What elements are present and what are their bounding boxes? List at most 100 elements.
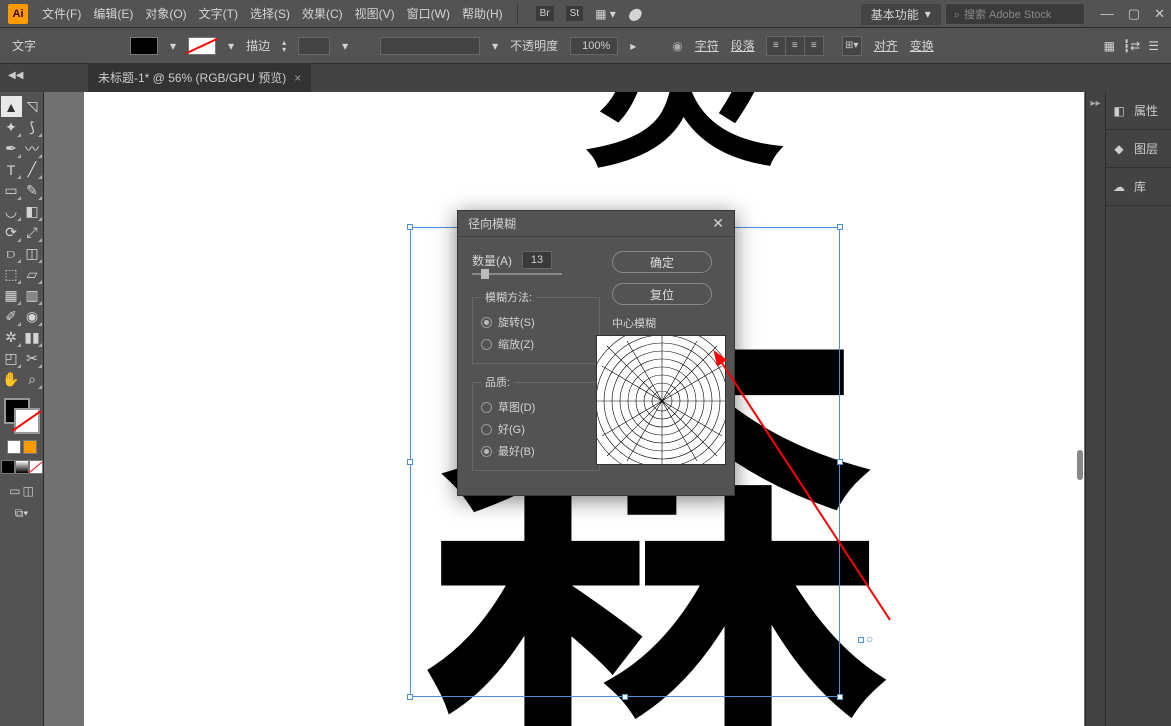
reset-button[interactable]: 复位	[612, 283, 712, 305]
fill-mode-none[interactable]	[29, 460, 43, 474]
draw-mode-icon[interactable]: ◫	[23, 484, 34, 498]
bbox-handle-bm[interactable]	[622, 694, 628, 700]
menu-object[interactable]: 对象(O)	[139, 1, 192, 26]
bbox-handle-br[interactable]	[837, 694, 843, 700]
selection-tool[interactable]: ▲	[1, 96, 22, 117]
minimize-button[interactable]: —	[1101, 6, 1114, 22]
stock-search-input[interactable]: ⌕搜索 Adobe Stock	[945, 3, 1085, 25]
screenmode-toggle[interactable]: ⧉▾	[15, 506, 29, 521]
eyedropper-tool[interactable]: ✐	[1, 306, 22, 327]
color-swatches[interactable]	[2, 396, 42, 436]
bbox-handle-tl[interactable]	[407, 224, 413, 230]
close-button[interactable]: ✕	[1154, 6, 1165, 22]
blend-tool[interactable]: ◉	[22, 306, 43, 327]
ok-button[interactable]: 确定	[612, 251, 712, 273]
stroke-weight-stepper[interactable]: ▴▾	[282, 39, 286, 53]
magic-wand-tool[interactable]: ✦	[1, 117, 22, 138]
slice-tool[interactable]: ✂	[22, 348, 43, 369]
amount-slider[interactable]	[472, 273, 562, 275]
stroke-weight-input[interactable]	[298, 37, 330, 55]
stock-icon[interactable]: St	[566, 6, 583, 21]
color-mode-icon[interactable]	[7, 440, 21, 454]
blur-center-preview[interactable]	[596, 335, 726, 465]
panel-menu-icon[interactable]: ☰	[1148, 39, 1159, 53]
align-label[interactable]: 对齐	[874, 37, 898, 54]
quality-draft-radio[interactable]: 草图(D)	[481, 396, 591, 418]
opacity-input[interactable]	[570, 37, 618, 55]
bbox-handle-bl[interactable]	[407, 694, 413, 700]
menu-file[interactable]: 文件(F)	[36, 1, 87, 26]
fill-swatch[interactable]	[130, 37, 158, 55]
symbol-sprayer-tool[interactable]: ✲	[1, 327, 22, 348]
bbox-handle-ml[interactable]	[407, 459, 413, 465]
expand-panels-icon[interactable]: ◀◀	[8, 70, 23, 81]
perspective-tool[interactable]: ▱	[22, 264, 43, 285]
expand-right-panels-icon[interactable]: ▸▸	[1090, 98, 1100, 109]
transform-link[interactable]: 变换	[910, 37, 934, 54]
quality-good-radio[interactable]: 好(G)	[481, 418, 591, 440]
maximize-button[interactable]: ▢	[1128, 6, 1140, 22]
line-tool[interactable]: ╱	[22, 159, 43, 180]
fill-mode-solid[interactable]	[1, 460, 15, 474]
curvature-tool[interactable]: 〰	[22, 138, 43, 159]
align-center-button[interactable]: ≡	[785, 36, 805, 56]
method-zoom-radio[interactable]: 缩放(Z)	[481, 333, 591, 355]
artboard-tool[interactable]: ◰	[1, 348, 22, 369]
panel-layers[interactable]: ◆ 图层	[1106, 130, 1171, 168]
bbox-handle-mr[interactable]	[837, 459, 843, 465]
menu-type[interactable]: 文字(T)	[193, 1, 244, 26]
screen-mode-icon[interactable]: ▭	[9, 484, 20, 498]
paragraph-link[interactable]: 段落	[731, 37, 755, 54]
bbox-handle-tr[interactable]	[837, 224, 843, 230]
scale-tool[interactable]: ⤢	[22, 222, 43, 243]
align-left-button[interactable]: ≡	[766, 36, 786, 56]
amount-input[interactable]	[522, 251, 552, 269]
recolor-icon[interactable]: ◉	[672, 39, 682, 53]
menu-select[interactable]: 选择(S)	[244, 1, 296, 26]
background-swatch[interactable]	[14, 408, 40, 434]
quality-best-radio[interactable]: 最好(B)	[481, 440, 591, 462]
panel-libraries[interactable]: ☁ 库	[1106, 168, 1171, 206]
swap-colors-icon[interactable]	[23, 440, 37, 454]
hand-tool[interactable]: ✋	[1, 369, 22, 390]
amount-slider-thumb[interactable]	[481, 269, 489, 279]
close-tab-icon[interactable]: ×	[294, 71, 301, 85]
character-link[interactable]: 字符	[695, 37, 719, 54]
rectangle-tool[interactable]: ▭	[1, 180, 22, 201]
panel-toggle-icon[interactable]: ▦	[1104, 39, 1115, 53]
type-tool[interactable]: T	[1, 159, 22, 180]
workspace-selector[interactable]: 基本功能 ▾	[861, 4, 941, 25]
rotate-tool[interactable]: ⟳	[1, 222, 22, 243]
align-panel-button[interactable]: ⊞▾	[842, 36, 862, 56]
menu-edit[interactable]: 编辑(E)	[87, 1, 139, 26]
free-transform-tool[interactable]: ◫	[22, 243, 43, 264]
pen-tool[interactable]: ✒	[1, 138, 22, 159]
method-spin-radio[interactable]: 旋转(S)	[481, 311, 591, 333]
document-tab[interactable]: 未标题-1* @ 56% (RGB/GPU 预览) ×	[88, 62, 311, 92]
shaper-tool[interactable]: ◡	[1, 201, 22, 222]
stroke-swatch[interactable]	[188, 37, 216, 55]
panel-properties[interactable]: ◧ 属性	[1106, 92, 1171, 130]
eraser-tool[interactable]: ◧	[22, 201, 43, 222]
gradient-tool[interactable]: ▥	[22, 285, 43, 306]
align-right-button[interactable]: ≡	[804, 36, 824, 56]
lasso-tool[interactable]: ⟆	[22, 117, 43, 138]
reference-point[interactable]	[858, 637, 864, 643]
menu-view[interactable]: 视图(V)	[349, 1, 401, 26]
width-tool[interactable]: ⫐	[1, 243, 22, 264]
brush-tool[interactable]: ✎	[22, 180, 43, 201]
panel-options-icon[interactable]: ┇⇄	[1123, 39, 1140, 53]
graph-tool[interactable]: ▮▮	[22, 327, 43, 348]
shape-builder-tool[interactable]: ⬚	[1, 264, 22, 285]
gpu-icon[interactable]: ⬤	[628, 7, 641, 21]
menu-effect[interactable]: 效果(C)	[296, 1, 349, 26]
dialog-close-icon[interactable]: ✕	[712, 215, 724, 232]
fill-mode-gradient[interactable]	[15, 460, 29, 474]
direct-selection-tool[interactable]: ◹	[22, 96, 43, 117]
menu-window[interactable]: 窗口(W)	[401, 1, 456, 26]
brush-preset-dropdown[interactable]	[380, 37, 480, 55]
scrollbar-thumb[interactable]	[1077, 450, 1083, 480]
bridge-icon[interactable]: Br	[536, 6, 554, 21]
arrange-docs-icon[interactable]: ▦ ▾	[595, 7, 616, 21]
mesh-tool[interactable]: ▦	[1, 285, 22, 306]
